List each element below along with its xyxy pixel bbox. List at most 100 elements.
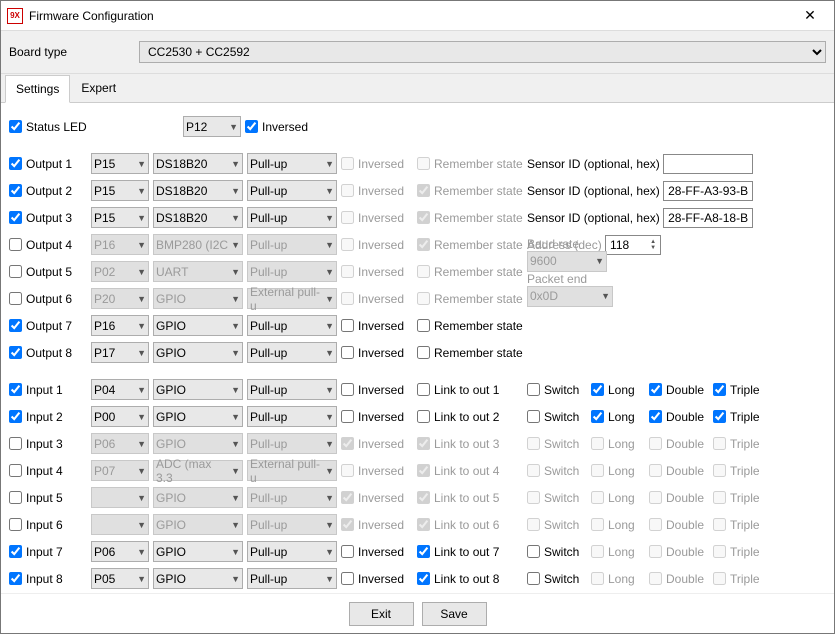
tab-settings[interactable]: Settings (5, 75, 70, 103)
output-pin-select[interactable]: P15▼ (91, 180, 149, 201)
output-enable-checkbox[interactable] (9, 211, 22, 224)
pktend-select[interactable]: 0x0D▼ (527, 286, 613, 307)
input-pin-select[interactable]: P00▼ (91, 406, 149, 427)
input-long[interactable]: Long (591, 410, 645, 424)
input-pull-select[interactable]: External pull-u▼ (247, 460, 337, 481)
input-enable[interactable]: Input 7 (9, 545, 87, 559)
addr-input[interactable]: 118▲▼ (605, 235, 661, 255)
input-inversed[interactable]: Inversed (341, 383, 413, 397)
input-linkto[interactable]: Link to out 5 (417, 491, 523, 505)
output-enable[interactable]: Output 6 (9, 292, 87, 306)
output-remember[interactable]: Remember state (417, 238, 523, 252)
output-remember[interactable]: Remember state (417, 292, 523, 306)
input-linkto[interactable]: Link to out 1 (417, 383, 523, 397)
output-enable[interactable]: Output 4 (9, 238, 87, 252)
output-pull-select[interactable]: Pull-up▼ (247, 342, 337, 363)
output-enable-checkbox[interactable] (9, 346, 22, 359)
input-triple[interactable]: Triple (713, 437, 767, 451)
input-type-select[interactable]: GPIO▼ (153, 487, 243, 508)
input-enable-checkbox[interactable] (9, 572, 22, 585)
output-inversed[interactable]: Inversed (341, 238, 413, 252)
input-inversed[interactable]: Inversed (341, 572, 413, 586)
output-enable[interactable]: Output 2 (9, 184, 87, 198)
output-pull-select[interactable]: Pull-up▼ (247, 207, 337, 228)
output-pin-select[interactable]: P17▼ (91, 342, 149, 363)
input-pull-select[interactable]: Pull-up▼ (247, 433, 337, 454)
output-remember[interactable]: Remember state (417, 157, 523, 171)
input-enable-checkbox[interactable] (9, 518, 22, 531)
output-enable-checkbox[interactable] (9, 265, 22, 278)
input-double[interactable]: Double (649, 383, 709, 397)
input-enable-checkbox[interactable] (9, 437, 22, 450)
input-double[interactable]: Double (649, 410, 709, 424)
output-type-select[interactable]: UART▼ (153, 261, 243, 282)
output-enable[interactable]: Output 3 (9, 211, 87, 225)
input-pin-select[interactable]: P06▼ (91, 541, 149, 562)
input-inversed[interactable]: Inversed (341, 410, 413, 424)
input-inversed[interactable]: Inversed (341, 545, 413, 559)
input-double[interactable]: Double (649, 464, 709, 478)
statusled-checkbox[interactable] (9, 120, 22, 133)
input-switch[interactable]: Switch (527, 383, 587, 397)
output-type-select[interactable]: BMP280 (I2C▼ (153, 234, 243, 255)
input-pull-select[interactable]: Pull-up▼ (247, 568, 337, 589)
input-enable-checkbox[interactable] (9, 383, 22, 396)
output-type-select[interactable]: GPIO▼ (153, 315, 243, 336)
input-enable[interactable]: Input 5 (9, 491, 87, 505)
sensorid-input[interactable] (663, 154, 753, 174)
output-pull-select[interactable]: Pull-up▼ (247, 261, 337, 282)
input-type-select[interactable]: GPIO▼ (153, 379, 243, 400)
input-inversed[interactable]: Inversed (341, 437, 413, 451)
input-enable[interactable]: Input 2 (9, 410, 87, 424)
input-linkto[interactable]: Link to out 4 (417, 464, 523, 478)
output-pin-select[interactable]: P02▼ (91, 261, 149, 282)
input-enable[interactable]: Input 8 (9, 572, 87, 586)
input-switch[interactable]: Switch (527, 410, 587, 424)
input-linkto[interactable]: Link to out 7 (417, 545, 523, 559)
input-pin-select[interactable]: ▼ (91, 487, 149, 508)
output-inversed[interactable]: Inversed (341, 319, 413, 333)
input-type-select[interactable]: GPIO▼ (153, 406, 243, 427)
input-enable-checkbox[interactable] (9, 545, 22, 558)
output-type-select[interactable]: GPIO▼ (153, 288, 243, 309)
input-pin-select[interactable]: P04▼ (91, 379, 149, 400)
tab-expert[interactable]: Expert (70, 74, 127, 102)
sensorid-input[interactable] (663, 181, 753, 201)
input-inversed[interactable]: Inversed (341, 491, 413, 505)
output-type-select[interactable]: GPIO▼ (153, 342, 243, 363)
input-double[interactable]: Double (649, 491, 709, 505)
input-pin-select[interactable]: ▼ (91, 514, 149, 535)
input-enable[interactable]: Input 1 (9, 383, 87, 397)
output-inversed[interactable]: Inversed (341, 265, 413, 279)
input-switch[interactable]: Switch (527, 545, 587, 559)
input-triple[interactable]: Triple (713, 518, 767, 532)
input-double[interactable]: Double (649, 572, 709, 586)
output-enable[interactable]: Output 8 (9, 346, 87, 360)
input-linkto[interactable]: Link to out 6 (417, 518, 523, 532)
input-pin-select[interactable]: P05▼ (91, 568, 149, 589)
input-type-select[interactable]: GPIO▼ (153, 541, 243, 562)
spinner-icon[interactable]: ▲▼ (650, 239, 656, 251)
output-inversed[interactable]: Inversed (341, 292, 413, 306)
input-long[interactable]: Long (591, 572, 645, 586)
input-linkto[interactable]: Link to out 2 (417, 410, 523, 424)
input-switch[interactable]: Switch (527, 437, 587, 451)
output-remember[interactable]: Remember state (417, 346, 523, 360)
output-enable[interactable]: Output 1 (9, 157, 87, 171)
input-enable-checkbox[interactable] (9, 464, 22, 477)
input-inversed[interactable]: Inversed (341, 518, 413, 532)
output-enable-checkbox[interactable] (9, 157, 22, 170)
input-switch[interactable]: Switch (527, 518, 587, 532)
input-triple[interactable]: Triple (713, 491, 767, 505)
input-long[interactable]: Long (591, 437, 645, 451)
input-linkto[interactable]: Link to out 3 (417, 437, 523, 451)
output-pull-select[interactable]: External pull-u▼ (247, 288, 337, 309)
exit-button[interactable]: Exit (349, 602, 414, 626)
input-inversed[interactable]: Inversed (341, 464, 413, 478)
output-type-select[interactable]: DS18B20▼ (153, 207, 243, 228)
input-enable-checkbox[interactable] (9, 410, 22, 423)
statusled-inversed-checkbox[interactable] (245, 120, 258, 133)
input-type-select[interactable]: GPIO▼ (153, 514, 243, 535)
output-remember[interactable]: Remember state (417, 319, 523, 333)
statusled-pin-select[interactable]: P12▼ (183, 116, 241, 137)
